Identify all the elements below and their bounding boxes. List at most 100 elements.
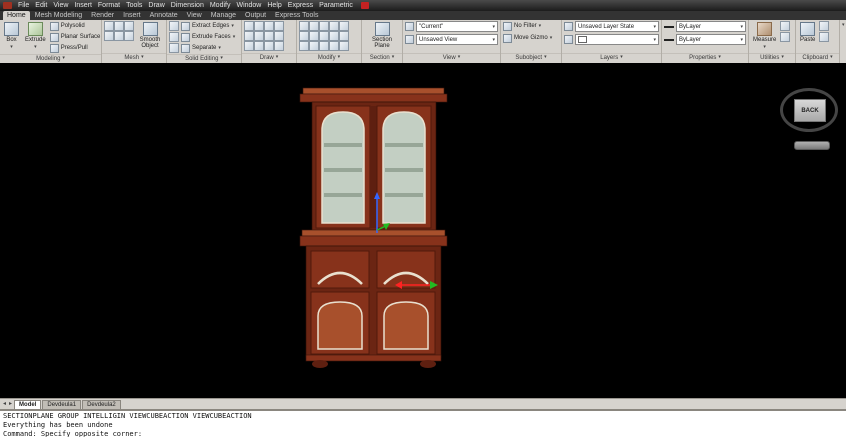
command-prompt[interactable]: Command: Specify opposite corner: (3, 430, 843, 437)
panel-expand-icon[interactable]: ▾ (458, 54, 461, 63)
tab-layout-1[interactable]: Devdeula1 (42, 400, 82, 409)
rectangle-icon[interactable] (244, 31, 254, 41)
panel-expand-icon[interactable]: ▾ (220, 55, 223, 63)
object-color-select[interactable]: ByLayer ▾ (676, 21, 746, 32)
mesh-split-icon[interactable] (124, 31, 134, 41)
menu-format[interactable]: Format (95, 0, 123, 11)
menu-modify[interactable]: Modify (207, 0, 234, 11)
paste-button[interactable]: Paste (798, 21, 817, 44)
panel-expand-icon[interactable]: ▾ (620, 54, 623, 63)
menu-file[interactable]: File (15, 0, 32, 11)
app-logo-icon[interactable] (3, 2, 12, 9)
tab-mesh-modeling[interactable]: Mesh Modeling (31, 11, 86, 20)
menu-help[interactable]: Help (264, 0, 284, 11)
polyline-icon[interactable] (254, 21, 264, 31)
menu-parametric[interactable]: Parametric (316, 0, 356, 11)
fillet-icon[interactable] (319, 31, 329, 41)
tab-insert[interactable]: Insert (119, 11, 145, 20)
viewcube[interactable]: BACK (780, 88, 838, 132)
panel-expand-icon[interactable]: ▾ (544, 54, 547, 63)
subobject-filter-button[interactable]: No Filter ▾ (503, 21, 541, 31)
mesh-uncrease-icon[interactable] (114, 31, 124, 41)
viewcube-face-back[interactable]: BACK (794, 99, 826, 122)
named-view-icon[interactable] (405, 35, 414, 44)
hatch-icon[interactable] (274, 31, 284, 41)
panel-expand-icon[interactable]: ▾ (62, 55, 65, 63)
command-window[interactable]: SECTIONPLANE GROUP INTELLIGIN VIEWCUBEAC… (0, 409, 846, 437)
cabinet-model[interactable] (0, 63, 846, 398)
mesh-smooth-less-icon[interactable] (114, 21, 124, 31)
align-icon[interactable] (339, 41, 349, 51)
offset-icon[interactable] (339, 31, 349, 41)
tab-model[interactable]: Model (14, 400, 42, 409)
ribbon-minimize-icon[interactable]: ▾ (842, 22, 845, 28)
menu-draw[interactable]: Draw (145, 0, 167, 11)
mesh-crease-icon[interactable] (104, 31, 114, 41)
named-view-select[interactable]: Unsaved View ▾ (416, 34, 498, 45)
region-icon[interactable] (254, 41, 264, 51)
rotate-icon[interactable] (319, 21, 329, 31)
navigation-bar[interactable] (794, 141, 830, 150)
layout-scroll-left-icon[interactable]: ◂ (2, 400, 7, 409)
panel-expand-icon[interactable]: ▾ (718, 54, 721, 63)
tab-render[interactable]: Render (87, 11, 118, 20)
layer-off-icon[interactable] (564, 35, 573, 44)
menu-edit[interactable]: Edit (32, 0, 50, 11)
tab-manage[interactable]: Manage (207, 11, 240, 20)
quick-select-icon[interactable] (780, 21, 791, 31)
copy-clip-icon[interactable] (819, 32, 830, 42)
chevron-down-icon[interactable]: ▾ (763, 44, 766, 50)
planar-surface-button[interactable]: Planar Surface (49, 32, 100, 42)
drawing-canvas[interactable]: BACK (0, 63, 846, 398)
layer-select[interactable]: ▾ (575, 34, 659, 45)
panel-expand-icon[interactable]: ▾ (830, 54, 833, 63)
copy-icon[interactable] (309, 21, 319, 31)
section-plane-button[interactable]: Section Plane (365, 21, 399, 50)
explode-icon[interactable] (309, 41, 319, 51)
join-icon[interactable] (319, 41, 329, 51)
gizmo-button[interactable]: Move Gizmo ▾ (503, 33, 552, 43)
menu-window[interactable]: Window (233, 0, 264, 11)
box-button[interactable]: Box ▾ (2, 21, 21, 51)
visual-style-select[interactable]: "Current" ▾ (416, 21, 498, 32)
chevron-down-icon[interactable]: ▾ (233, 34, 236, 40)
extract-edges-button[interactable]: Extract Edges ▾ (181, 21, 235, 31)
extrude-faces-button[interactable]: Extrude Faces ▾ (181, 32, 235, 42)
chevron-down-icon[interactable]: ▾ (539, 23, 542, 29)
scale-icon[interactable] (299, 31, 309, 41)
measure-button[interactable]: Measure ▾ (751, 21, 778, 51)
trim-icon[interactable] (309, 31, 319, 41)
stretch-icon[interactable] (339, 21, 349, 31)
chevron-down-icon[interactable]: ▾ (34, 44, 37, 50)
record-icon[interactable] (360, 2, 369, 9)
layout-scroll-right-icon[interactable]: ▸ (8, 400, 13, 409)
panel-expand-icon[interactable]: ▾ (141, 54, 144, 63)
tab-output[interactable]: Output (241, 11, 270, 20)
intersect-icon[interactable] (169, 43, 179, 53)
menu-express[interactable]: Express (285, 0, 316, 11)
panel-expand-icon[interactable]: ▾ (392, 54, 395, 63)
spline-icon[interactable] (264, 31, 274, 41)
chevron-down-icon[interactable]: ▾ (231, 23, 234, 29)
circle-icon[interactable] (264, 21, 274, 31)
line-icon[interactable] (244, 21, 254, 31)
move-icon[interactable] (299, 21, 309, 31)
chevron-down-icon[interactable]: ▾ (10, 44, 13, 50)
array-icon[interactable] (329, 31, 339, 41)
menu-tools[interactable]: Tools (123, 0, 145, 11)
quick-calc-icon[interactable] (780, 32, 791, 42)
tab-annotate[interactable]: Annotate (146, 11, 182, 20)
union-icon[interactable] (169, 21, 179, 31)
tab-express-tools[interactable]: Express Tools (271, 11, 322, 20)
menu-dimension[interactable]: Dimension (168, 0, 207, 11)
mesh-refine-icon[interactable] (124, 21, 134, 31)
table-icon[interactable] (274, 41, 284, 51)
visual-style-icon[interactable] (405, 22, 414, 31)
erase-icon[interactable] (299, 41, 309, 51)
tab-home[interactable]: Home (3, 11, 30, 20)
mirror-icon[interactable] (329, 21, 339, 31)
panel-expand-icon[interactable]: ▾ (338, 54, 341, 63)
point-icon[interactable] (244, 41, 254, 51)
gradient-icon[interactable] (264, 41, 274, 51)
mesh-smooth-more-icon[interactable] (104, 21, 114, 31)
